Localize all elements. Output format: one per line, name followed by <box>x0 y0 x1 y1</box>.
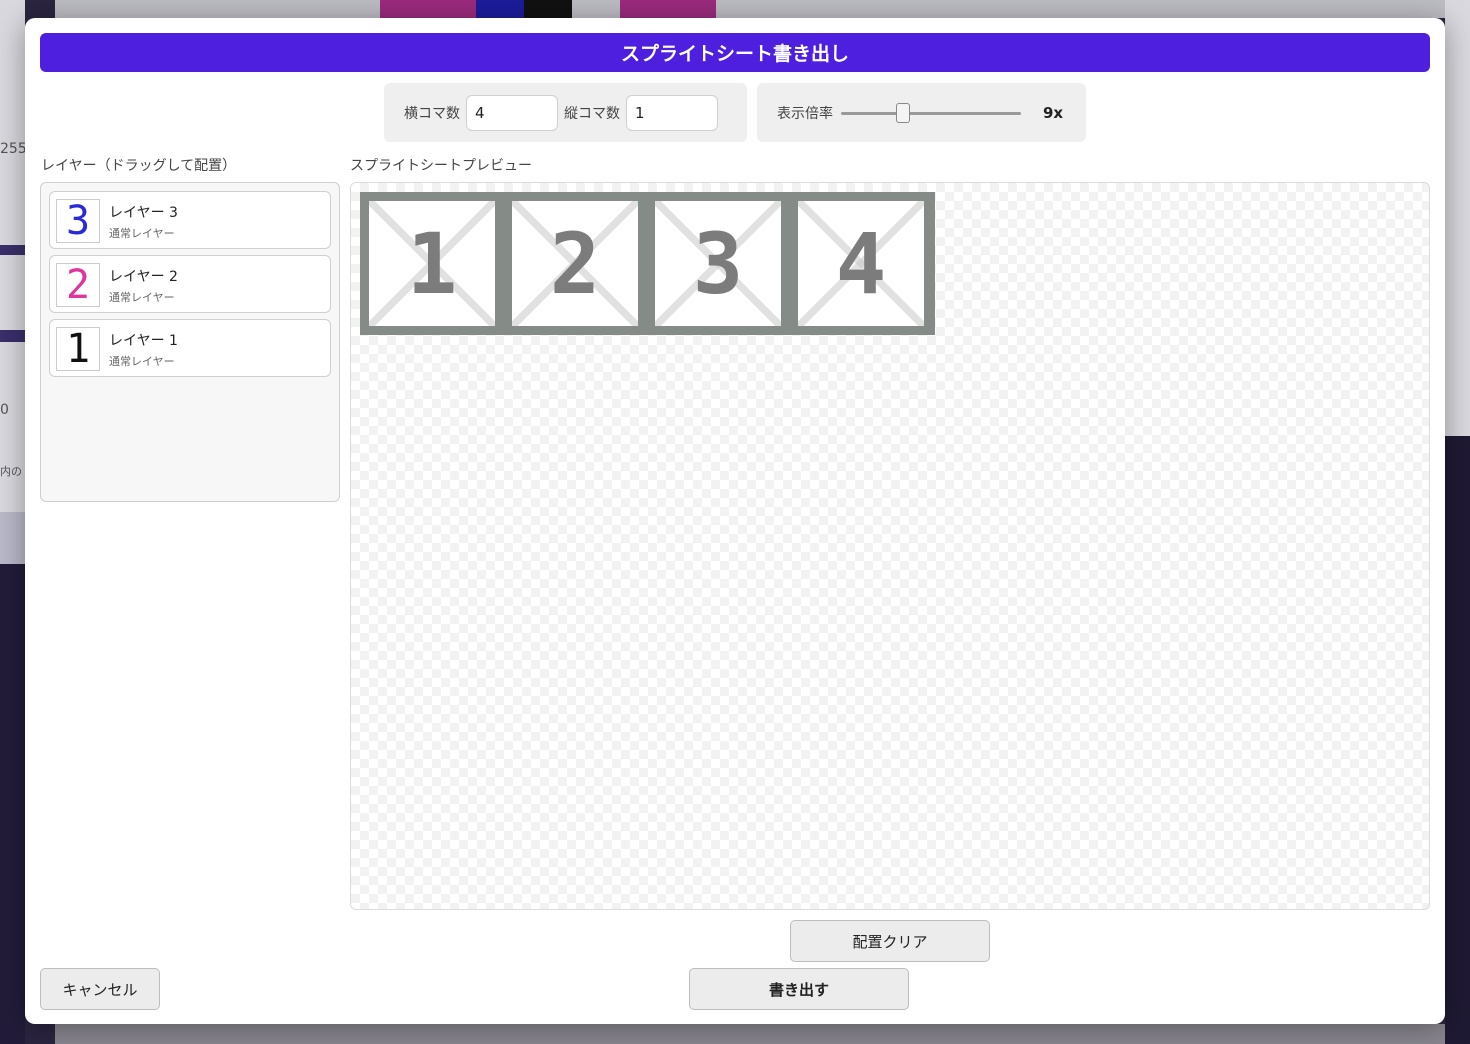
preview-section-label: スプライトシートプレビュー <box>350 158 532 174</box>
background-value-text: 255 <box>0 141 27 157</box>
zoom-value: 9x <box>1043 103 1064 122</box>
frame-digit: 1 <box>406 214 458 313</box>
layer-thumbnail-glyph: 3 <box>65 199 91 243</box>
zoom-slider-thumb[interactable] <box>896 102 910 123</box>
sprite-sheet-export-dialog: スプライトシート書き出し 横コマ数 縦コマ数 表示倍率 9x レイヤー（ドラッグ… <box>25 18 1445 1024</box>
background-bottom-strip <box>55 1024 1445 1044</box>
layers-section-label: レイヤー（ドラッグして配置） <box>41 158 237 174</box>
frame-digit: 4 <box>835 214 887 313</box>
layer-thumbnail: 2 <box>56 263 100 307</box>
background-value-text: 内の <box>0 465 22 478</box>
frame-digit: 2 <box>549 214 601 313</box>
sprite-frame-4[interactable]: 4 <box>798 201 924 326</box>
layer-type: 通常レイヤー <box>109 355 175 368</box>
sprite-frame-3[interactable]: 3 <box>655 201 781 326</box>
layer-name: レイヤー 3 <box>109 205 178 221</box>
layer-thumbnail: 1 <box>56 327 100 371</box>
background-right-panel <box>1445 0 1470 1044</box>
layer-thumbnail-glyph: 1 <box>65 327 91 371</box>
zoom-slider-track[interactable] <box>841 111 1021 115</box>
zoom-label: 表示倍率 <box>777 105 833 122</box>
cancel-button[interactable]: キャンセル <box>40 968 160 1010</box>
dialog-title: スプライトシート書き出し <box>40 33 1430 72</box>
export-button[interactable]: 書き出す <box>689 968 909 1010</box>
zoom-slider[interactable] <box>841 102 1021 123</box>
layer-type: 通常レイヤー <box>109 227 175 240</box>
background-value-text: 0 <box>0 402 9 418</box>
frame-digit: 3 <box>692 214 744 313</box>
cols-input[interactable] <box>466 94 558 131</box>
clear-placement-button[interactable]: 配置クリア <box>790 920 990 962</box>
layer-item-1[interactable]: 1 レイヤー 1 通常レイヤー <box>49 319 331 377</box>
rows-input[interactable] <box>626 94 718 131</box>
grid-settings: 横コマ数 縦コマ数 <box>384 83 747 142</box>
zoom-settings: 表示倍率 9x <box>757 83 1086 142</box>
layer-item-2[interactable]: 2 レイヤー 2 通常レイヤー <box>49 255 331 313</box>
layer-thumbnail-glyph: 2 <box>65 263 91 307</box>
sprite-sheet-preview[interactable]: 1 2 3 4 <box>350 182 1430 910</box>
layer-name: レイヤー 2 <box>109 269 178 285</box>
sprite-frame-2[interactable]: 2 <box>512 201 638 326</box>
sprite-sheet: 1 2 3 4 <box>360 192 935 335</box>
layer-name: レイヤー 1 <box>109 333 178 349</box>
sprite-frame-1[interactable]: 1 <box>369 201 495 326</box>
layers-list: 3 レイヤー 3 通常レイヤー 2 レイヤー 2 通常レイヤー 1 レイヤー 1… <box>40 182 340 502</box>
background-left-panel: 255 0 内の <box>0 0 27 1044</box>
layer-thumbnail: 3 <box>56 199 100 243</box>
rows-label: 縦コマ数 <box>564 105 620 122</box>
layer-type: 通常レイヤー <box>109 291 175 304</box>
layer-item-3[interactable]: 3 レイヤー 3 通常レイヤー <box>49 191 331 249</box>
cols-label: 横コマ数 <box>404 105 460 122</box>
background-canvas-strip <box>55 0 1445 18</box>
